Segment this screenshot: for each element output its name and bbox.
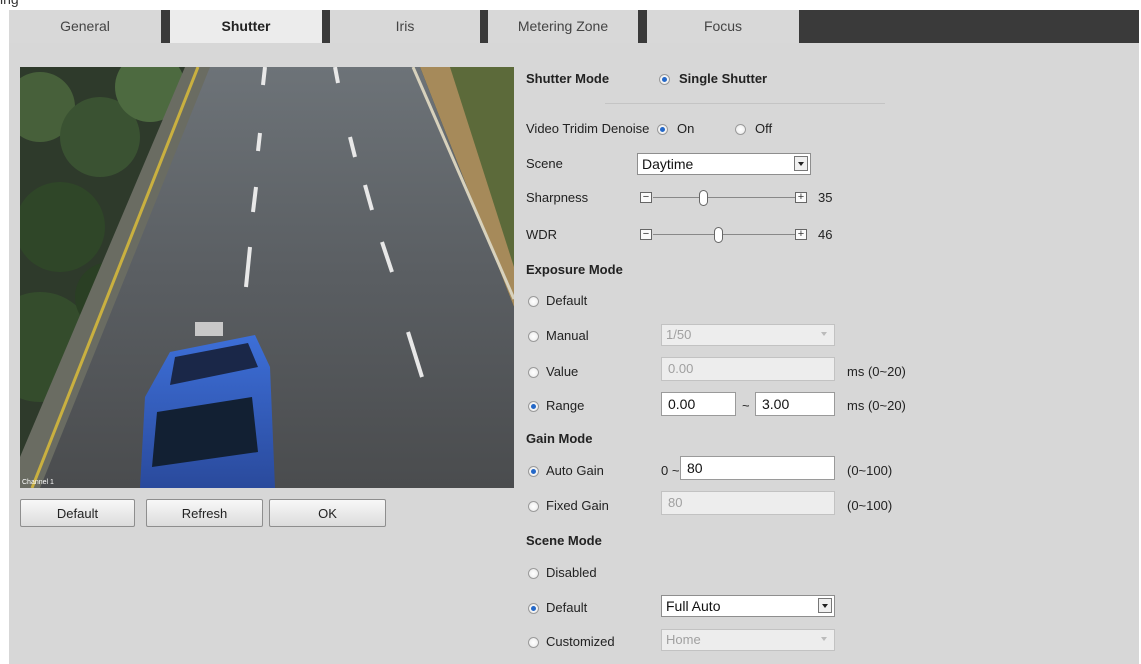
scene-label: Scene bbox=[526, 156, 563, 171]
auto-gain-label: Auto Gain bbox=[546, 463, 604, 478]
scene-customized-radio[interactable] bbox=[528, 637, 539, 648]
wdr-increase-button[interactable]: + bbox=[795, 229, 807, 240]
exposure-mode-title: Exposure Mode bbox=[526, 262, 623, 277]
sharpness-increase-button[interactable]: + bbox=[795, 192, 807, 203]
scene-disabled-radio[interactable] bbox=[528, 568, 539, 579]
scene-default-radio[interactable] bbox=[528, 603, 539, 614]
tab-iris[interactable]: Iris bbox=[330, 10, 480, 43]
fixed-gain-radio[interactable] bbox=[528, 501, 539, 512]
exposure-value-input[interactable]: 0.00 bbox=[661, 357, 835, 381]
auto-gain-unit: (0~100) bbox=[847, 463, 893, 478]
exposure-value-radio[interactable] bbox=[528, 367, 539, 378]
ok-button[interactable]: OK bbox=[269, 499, 386, 527]
single-shutter-option: Single Shutter bbox=[679, 71, 768, 86]
range-min-input[interactable]: 0.00 bbox=[661, 392, 736, 416]
sharpness-label: Sharpness bbox=[526, 190, 589, 205]
scene-customized-value: Home bbox=[666, 632, 701, 647]
sharpness-slider-track bbox=[653, 197, 795, 198]
wdr-slider-thumb[interactable] bbox=[714, 227, 724, 243]
tab-shutter[interactable]: Shutter bbox=[170, 10, 322, 43]
denoise-off-label: Off bbox=[755, 121, 773, 136]
scene-mode-title: Scene Mode bbox=[526, 533, 602, 548]
auto-gain-prefix: 0 ~ bbox=[661, 463, 680, 478]
fixed-gain-unit: (0~100) bbox=[847, 498, 893, 513]
denoise-on-radio[interactable] bbox=[657, 124, 668, 135]
exposure-range-radio[interactable] bbox=[528, 401, 539, 412]
scene-customized-label: Customized bbox=[546, 634, 615, 649]
chevron-down-icon bbox=[794, 156, 808, 171]
scene-default-value: Full Auto bbox=[666, 598, 721, 614]
auto-gain-radio[interactable] bbox=[528, 466, 539, 477]
scene-select-value: Daytime bbox=[642, 156, 694, 172]
single-shutter-radio[interactable] bbox=[659, 74, 670, 85]
video-channel-label: Channel 1 bbox=[22, 479, 54, 486]
wdr-slider-track bbox=[653, 234, 795, 235]
default-button[interactable]: Default bbox=[20, 499, 135, 527]
range-max-input[interactable]: 3.00 bbox=[755, 392, 835, 416]
exposure-value-unit: ms (0~20) bbox=[847, 364, 906, 379]
manual-shutter-value: 1/50 bbox=[666, 327, 692, 342]
sharpness-value: 35 bbox=[818, 190, 833, 205]
denoise-off-radio[interactable] bbox=[735, 124, 746, 135]
exposure-default-radio[interactable] bbox=[528, 296, 539, 307]
wdr-decrease-button[interactable]: − bbox=[640, 229, 652, 240]
page-top-strip: ing bbox=[0, 0, 1141, 10]
exposure-manual-label: Manual bbox=[546, 328, 589, 343]
scene-default-label: Default bbox=[546, 600, 588, 615]
exposure-range-label: Range bbox=[546, 398, 585, 413]
chevron-down-icon bbox=[818, 632, 832, 647]
denoise-label: Video Tridim Denoise bbox=[526, 121, 650, 136]
tab-metering-zone[interactable]: Metering Zone bbox=[488, 10, 638, 43]
sharpness-slider-thumb[interactable] bbox=[698, 190, 708, 206]
refresh-button[interactable]: Refresh bbox=[146, 499, 263, 527]
manual-shutter-select[interactable]: 1/50 bbox=[661, 324, 835, 346]
tab-focus[interactable]: Focus bbox=[647, 10, 799, 43]
wdr-label: WDR bbox=[526, 227, 558, 242]
exposure-manual-radio[interactable] bbox=[528, 331, 539, 342]
scene-select[interactable]: Daytime bbox=[637, 153, 811, 175]
wdr-value: 46 bbox=[818, 227, 833, 242]
scene-disabled-label: Disabled bbox=[546, 565, 597, 580]
fixed-gain-label: Fixed Gain bbox=[546, 498, 609, 513]
sharpness-decrease-button[interactable]: − bbox=[640, 192, 652, 203]
exposure-value-label: Value bbox=[546, 364, 579, 379]
fixed-gain-input[interactable]: 80 bbox=[661, 491, 835, 515]
tab-general[interactable]: General bbox=[9, 10, 161, 43]
shutter-mode-label: Shutter Mode bbox=[526, 71, 610, 86]
denoise-on-label: On bbox=[677, 121, 695, 136]
gain-mode-title: Gain Mode bbox=[526, 431, 593, 446]
chevron-down-icon bbox=[818, 598, 832, 613]
range-unit: ms (0~20) bbox=[847, 398, 906, 413]
scene-default-select[interactable]: Full Auto bbox=[661, 595, 835, 617]
auto-gain-input[interactable]: 80 bbox=[680, 456, 835, 480]
page-title-fragment: ing bbox=[0, 0, 19, 7]
chevron-down-icon bbox=[818, 327, 832, 342]
range-separator: ~ bbox=[742, 398, 750, 413]
exposure-default-label: Default bbox=[546, 293, 588, 308]
section-divider bbox=[605, 103, 885, 104]
scene-customized-select[interactable]: Home bbox=[661, 629, 835, 651]
road-camera-image: Channel 1 bbox=[20, 67, 514, 488]
video-preview: Channel 1 bbox=[20, 67, 514, 488]
